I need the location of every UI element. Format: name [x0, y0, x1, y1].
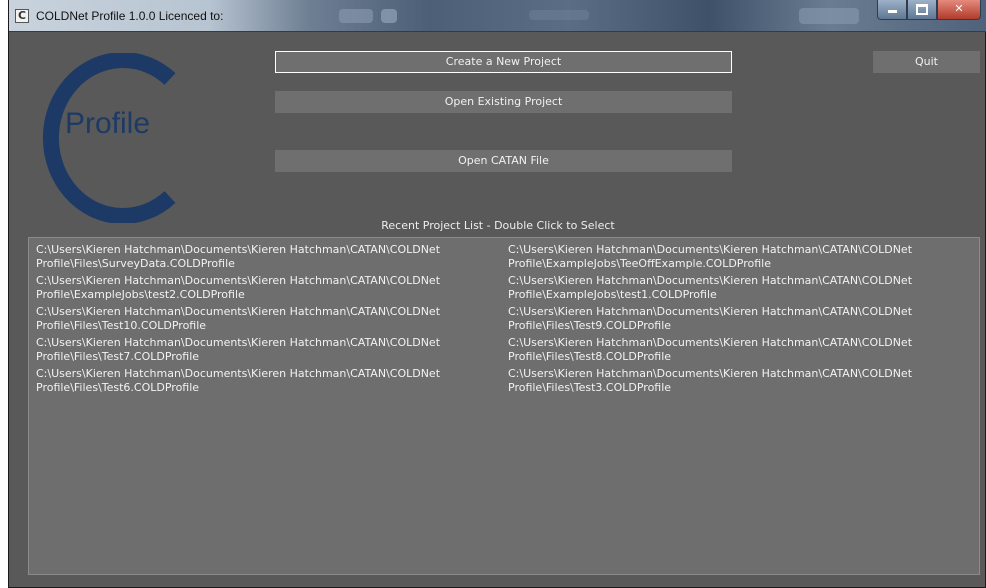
recent-project-item[interactable]: C:\Users\Kieren Hatchman\Documents\Kiere… [36, 367, 501, 395]
minimize-button[interactable] [877, 0, 907, 20]
app-icon: C [15, 9, 29, 23]
recent-project-item[interactable]: C:\Users\Kieren Hatchman\Documents\Kiere… [508, 243, 973, 271]
recent-project-item[interactable]: C:\Users\Kieren Hatchman\Documents\Kiere… [508, 274, 973, 302]
recent-project-item[interactable]: C:\Users\Kieren Hatchman\Documents\Kiere… [36, 274, 501, 302]
recent-project-list[interactable]: C:\Users\Kieren Hatchman\Documents\Kiere… [28, 237, 980, 575]
maximize-icon [916, 4, 928, 15]
recent-project-item[interactable]: C:\Users\Kieren Hatchman\Documents\Kiere… [508, 305, 973, 333]
app-window: C COLDNet Profile 1.0.0 Licenced to: ✕ P… [8, 0, 986, 588]
recent-project-item[interactable]: C:\Users\Kieren Hatchman\Documents\Kiere… [508, 336, 973, 364]
window-title: COLDNet Profile 1.0.0 Licenced to: [36, 9, 224, 23]
title-bar[interactable]: C COLDNet Profile 1.0.0 Licenced to: ✕ [9, 0, 986, 32]
recent-project-item[interactable]: C:\Users\Kieren Hatchman\Documents\Kiere… [36, 243, 501, 271]
open-catan-file-button[interactable]: Open CATAN File [275, 150, 732, 172]
minimize-icon [887, 10, 897, 13]
quit-button[interactable]: Quit [873, 51, 980, 73]
open-project-button[interactable]: Open Existing Project [275, 91, 732, 113]
recent-list-heading: Recent Project List - Double Click to Se… [381, 219, 615, 232]
logo-text: Profile [65, 107, 151, 140]
recent-project-item[interactable]: C:\Users\Kieren Hatchman\Documents\Kiere… [36, 305, 501, 333]
recent-project-item[interactable]: C:\Users\Kieren Hatchman\Documents\Kiere… [36, 336, 501, 364]
caption-buttons: ✕ [877, 0, 981, 22]
maximize-button[interactable] [907, 0, 937, 20]
recent-project-item[interactable]: C:\Users\Kieren Hatchman\Documents\Kiere… [508, 367, 973, 395]
close-button[interactable]: ✕ [937, 0, 981, 20]
close-icon: ✕ [954, 2, 964, 15]
create-project-button[interactable]: Create a New Project [275, 51, 732, 73]
